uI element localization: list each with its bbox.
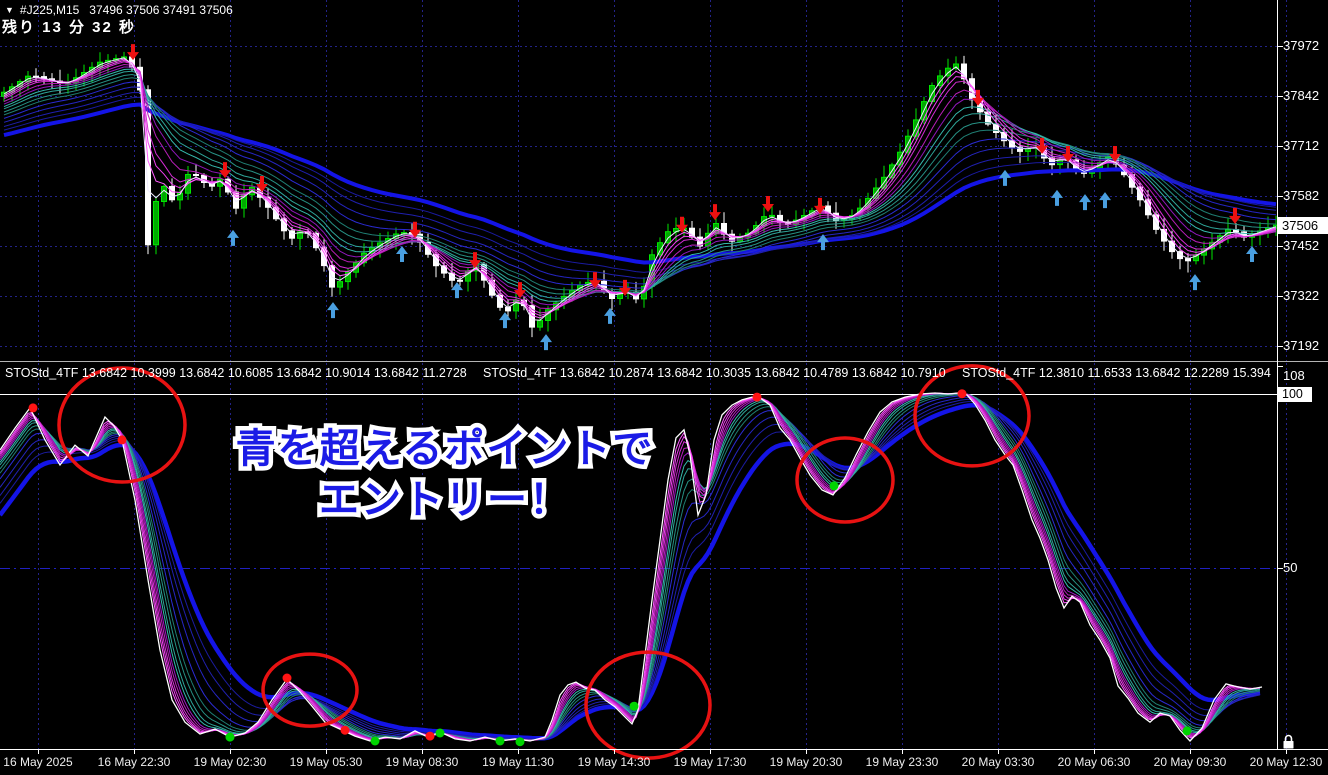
red-dot: [28, 403, 38, 413]
time-tick-label: 20 May 12:30: [1249, 755, 1323, 769]
sell-arrow-icon: [1229, 207, 1241, 224]
candle-countdown-timer: 残り 13 分 32 秒: [2, 19, 137, 36]
buy-arrow-icon: [1246, 246, 1258, 262]
time-tick-label: 20 May 03:30: [961, 755, 1035, 769]
time-tick-label: 16 May 22:30: [97, 755, 171, 769]
green-dot: [1182, 726, 1192, 736]
time-tick-label: 20 May 09:30: [1153, 755, 1227, 769]
price-tick-label: 37582: [1283, 188, 1320, 203]
time-tick-label: 19 May 05:30: [289, 755, 363, 769]
green-dot: [435, 728, 445, 738]
buy-arrow-icon: [499, 312, 511, 329]
indicator-label: STOStd_4TF 13.6842 10.2874 13.6842 10.30…: [483, 366, 946, 380]
green-dot: [225, 732, 235, 742]
stoch-tick-label: 108: [1283, 368, 1305, 383]
buy-arrow-icon: [999, 169, 1011, 186]
chart-title-row: ▼ #J225,M15 37496 37506 37491 37506: [5, 3, 233, 17]
time-tick-label: 20 May 06:30: [1057, 755, 1131, 769]
red-dot: [957, 389, 967, 399]
entry-circle-annotation: [261, 652, 359, 728]
green-dot: [515, 737, 525, 747]
red-dot: [282, 673, 292, 683]
price-tick-label: 37322: [1283, 288, 1320, 303]
time-axis[interactable]: 16 May 2025 16 May 22:30 19 May 02:30 19 Ma…: [0, 749, 1328, 775]
mt4-chart-window: ▼ #J225,M15 37496 37506 37491 37506 残り 13 …: [0, 0, 1328, 775]
green-dot: [629, 701, 639, 711]
time-tick-label: 19 May 20:30: [769, 755, 843, 769]
price-axis[interactable]: 37972 37842 37712 37582 37452 37322 37192 108 50: [1277, 0, 1328, 749]
symbol-label: #J225,M15: [19, 3, 80, 17]
green-dot: [370, 736, 380, 746]
time-tick-label: 19 May 23:30: [865, 755, 939, 769]
red-dot: [425, 731, 435, 741]
red-dot: [340, 725, 350, 735]
indicator-label: STOStd_4TF 12.3810 11.6533 13.6842 12.22…: [962, 366, 1271, 380]
ohlc-values: 37496 37506 37491 37506: [89, 3, 233, 17]
time-tick-label: 19 May 14:30: [577, 755, 651, 769]
indicator-header-row: STOStd_4TF 13.6842 10.3999 13.6842 10.60…: [0, 366, 1276, 382]
price-tick-label: 37452: [1283, 238, 1320, 253]
buy-arrow-icon: [1099, 192, 1111, 209]
time-tick-label: 16 May 2025: [3, 755, 73, 769]
red-dot: [117, 435, 127, 445]
stoch-100-tag: 100: [1278, 386, 1312, 402]
sell-arrow-icon: [127, 44, 139, 61]
symbol-dropdown-icon[interactable]: ▼: [5, 5, 14, 15]
time-tick-label: 19 May 02:30: [193, 755, 267, 769]
indicator-label: STOStd_4TF 13.6842 10.3999 13.6842 10.60…: [5, 366, 467, 380]
buy-arrow-icon: [327, 302, 339, 319]
buy-arrow-icon: [540, 334, 552, 351]
buy-arrow-icon: [396, 246, 408, 262]
buy-arrow-icon: [451, 282, 463, 299]
price-tick-label: 37712: [1283, 138, 1320, 153]
current-price-tag: 37506: [1278, 216, 1328, 234]
time-tick-label: 19 May 11:30: [482, 755, 554, 769]
price-tick-label: 37972: [1283, 38, 1320, 53]
buy-arrow-icon: [227, 229, 239, 246]
red-dot: [752, 392, 762, 402]
green-dot: [829, 481, 839, 491]
sell-arrow-icon: [219, 162, 231, 179]
annotation-text: 青を超えるポイントで エントリー！: [235, 427, 655, 522]
stoch-tick-label: 50: [1283, 560, 1298, 575]
time-tick-label: 19 May 17:30: [673, 755, 747, 769]
green-dot: [495, 736, 505, 746]
time-tick-label: 19 May 08:30: [385, 755, 459, 769]
candles: [1, 51, 1277, 338]
price-tick-label: 37192: [1283, 338, 1320, 353]
buy-arrow-icon: [1051, 189, 1063, 206]
price-tick-label: 37842: [1283, 88, 1320, 103]
ma-ribbon: [3, 57, 1277, 321]
chart-canvas[interactable]: [0, 0, 1328, 775]
